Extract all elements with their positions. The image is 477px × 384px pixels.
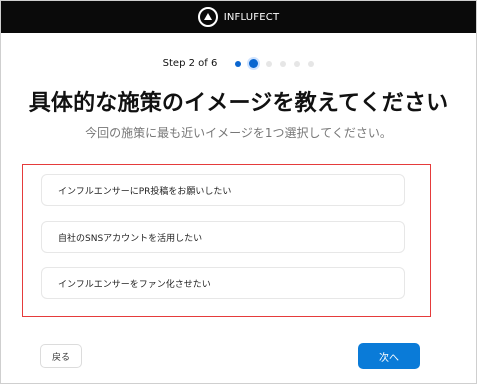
logo-icon (197, 7, 218, 27)
option-pr-post[interactable]: インフルエンサーにPR投稿をお願いしたい (41, 174, 405, 206)
step-progress: Step 2 of 6 (0, 58, 477, 69)
step-dot-3 (266, 60, 273, 67)
page-subtitle: 今回の施策に最も近いイメージを1つ選択してください。 (85, 126, 392, 140)
option-label: 自社のSNSアカウントを活用したい (58, 233, 203, 244)
option-label: インフルエンサーにPR投稿をお願いしたい (58, 186, 232, 197)
step-dot-4 (280, 60, 287, 67)
step-dot-6 (308, 60, 315, 67)
step-text: Step 2 of 6 (162, 58, 218, 69)
top-bar: INFLUFECT (1, 1, 476, 33)
back-button[interactable]: 戻る (40, 344, 82, 368)
option-own-sns[interactable]: 自社のSNSアカウントを活用したい (41, 221, 405, 253)
option-fanify[interactable]: インフルエンサーをファン化させたい (41, 267, 405, 299)
next-button[interactable]: 次へ (358, 343, 420, 369)
option-label: インフルエンサーをファン化させたい (58, 279, 211, 290)
brand: INFLUFECT (1, 7, 476, 27)
brand-name: INFLUFECT (223, 11, 280, 23)
page-title: 具体的な施策のイメージを教えてください (28, 91, 449, 116)
step-dot-1 (235, 60, 242, 67)
step-dot-2 (249, 59, 259, 68)
step-dot-5 (294, 60, 301, 67)
